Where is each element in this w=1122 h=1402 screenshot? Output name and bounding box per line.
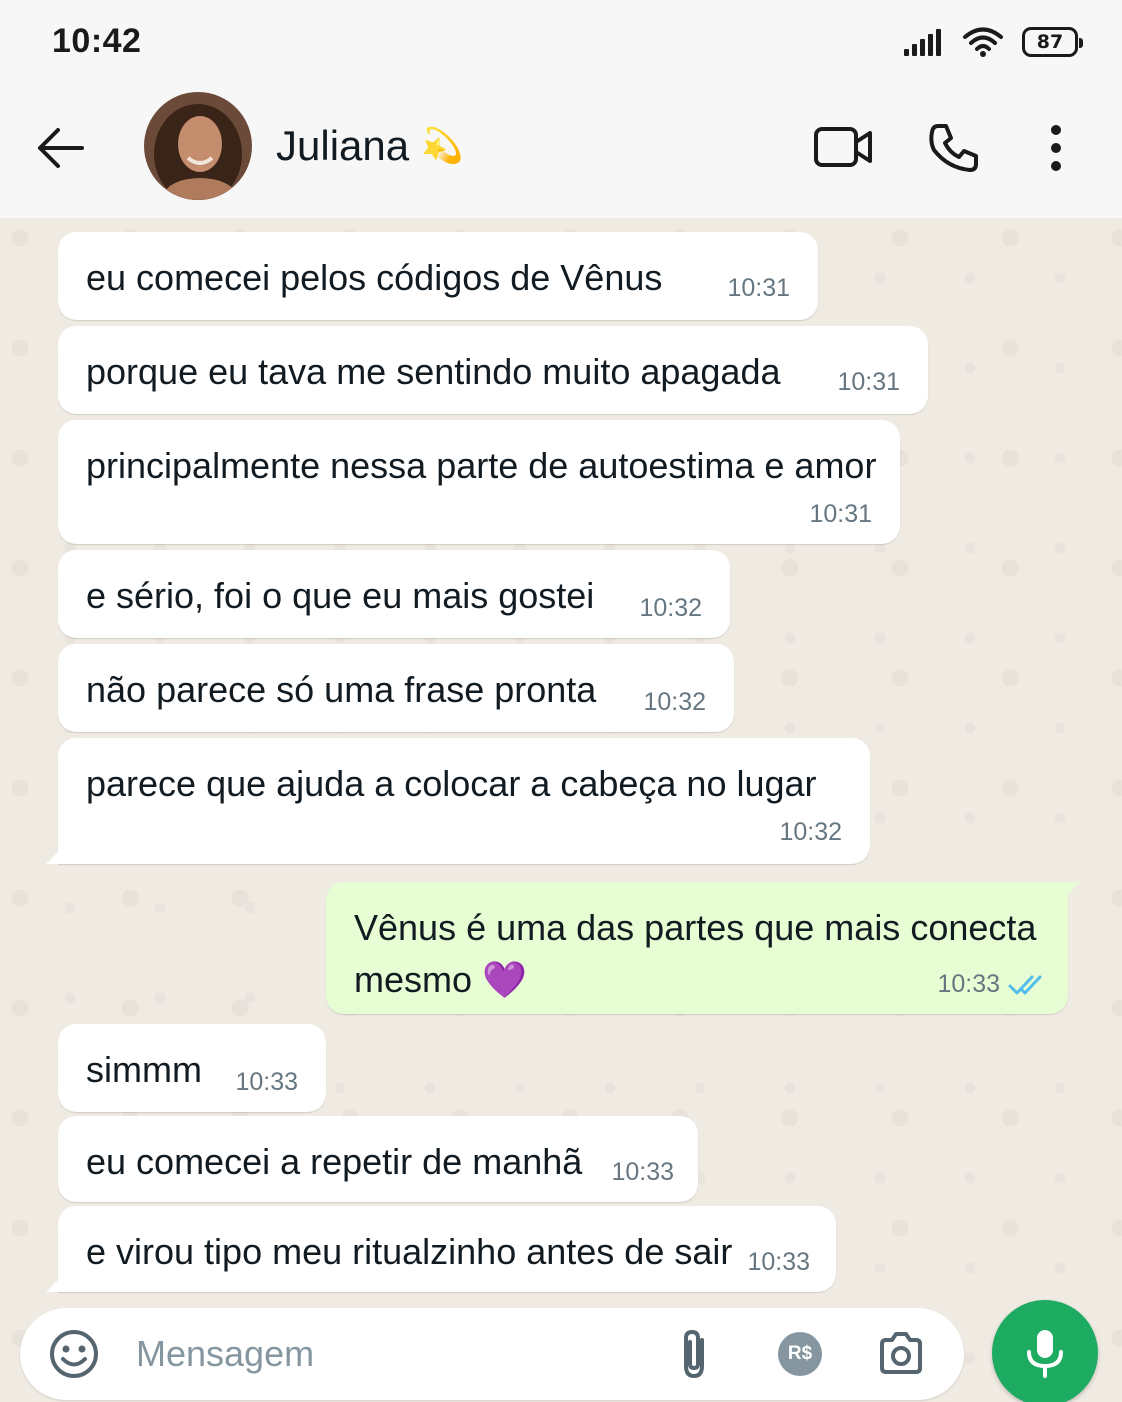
purple-heart-emoji-icon: 💜 [482, 959, 527, 1000]
outgoing-message-bubble[interactable]: Vênus é uma das partes que mais conecta … [326, 882, 1080, 1014]
message-bubble[interactable]: simmm 10:33 [58, 1024, 326, 1112]
message-bubble[interactable]: e sério, foi o que eu mais gostei 10:32 [58, 550, 730, 638]
message-time: 10:33 [937, 970, 1050, 999]
message-time: 10:33 [235, 1068, 298, 1096]
phone-icon [929, 124, 978, 172]
message-bubble[interactable]: parece que ajuda a colocar a cabeça no l… [46, 738, 870, 864]
contact-avatar[interactable] [144, 92, 252, 200]
contact-name[interactable]: Juliana 💫 [276, 122, 463, 170]
camera-icon [880, 1332, 922, 1374]
attach-button[interactable] [672, 1324, 716, 1384]
message-time: 10:31 [837, 368, 900, 396]
message-text-line1: Vênus é uma das partes que mais conecta [354, 907, 1037, 948]
message-time-text: 10:33 [937, 970, 1000, 998]
mic-icon [1027, 1330, 1063, 1378]
message-text: e sério, foi o que eu mais gostei [86, 575, 595, 616]
dizzy-emoji-icon: 💫 [421, 127, 464, 165]
message-text: eu comecei a repetir de manhã [86, 1141, 583, 1182]
message-time: 10:31 [809, 500, 872, 528]
attach-icon [684, 1329, 704, 1379]
message-input[interactable] [136, 1326, 636, 1382]
payment-icon: R$ [787, 1343, 813, 1364]
more-options-icon [1051, 125, 1061, 171]
message-time: 10:33 [747, 1248, 810, 1276]
back-button[interactable] [30, 120, 90, 176]
message-bubble[interactable]: não parece só uma frase pronta 10:32 [58, 644, 734, 732]
message-text: porque eu tava me sentindo muito apagada [86, 351, 781, 392]
battery-icon: 87 [1022, 27, 1083, 57]
voice-message-button[interactable] [992, 1300, 1098, 1402]
message-input-bar: R$ [20, 1308, 964, 1400]
message-time: 10:32 [779, 818, 842, 846]
signal-icon [904, 29, 941, 56]
payment-button[interactable]: R$ [778, 1332, 822, 1376]
chat-header: Juliana 💫 [0, 86, 1122, 218]
message-bubble[interactable]: e virou tipo meu ritualzinho antes de sa… [46, 1206, 836, 1292]
message-time: 10:33 [611, 1158, 674, 1186]
message-bubble[interactable]: eu comecei pelos códigos de Vênus 10:31 [58, 232, 818, 320]
video-call-button[interactable] [812, 124, 876, 170]
read-ticks-icon [1008, 975, 1042, 994]
message-time: 10:32 [643, 688, 706, 716]
emoji-icon [50, 1330, 98, 1378]
more-options-button[interactable] [1036, 122, 1076, 174]
voice-call-button[interactable] [926, 120, 982, 176]
message-text: principalmente nessa parte de autoestima… [86, 445, 877, 486]
contact-name-text: Juliana [276, 122, 410, 169]
message-time: 10:32 [639, 594, 702, 622]
message-text-line2: mesmo [354, 959, 473, 1000]
back-arrow-icon [38, 128, 84, 168]
emoji-button[interactable] [48, 1328, 100, 1380]
message-text: eu comecei pelos códigos de Vênus [86, 257, 663, 298]
video-call-icon [814, 127, 872, 167]
status-icons: 87 [902, 24, 1083, 60]
status-time: 10:42 [52, 22, 142, 60]
status-bar: 10:42 87 [0, 0, 1122, 86]
chat-area[interactable]: eu comecei pelos códigos de Vênus 10:31 … [0, 218, 1122, 1402]
message-bubble[interactable]: principalmente nessa parte de autoestima… [58, 420, 900, 544]
message-bubble[interactable]: porque eu tava me sentindo muito apagada… [58, 326, 928, 414]
message-time: 10:31 [727, 274, 790, 302]
message-text: parece que ajuda a colocar a cabeça no l… [86, 763, 817, 804]
message-text: não parece só uma frase pronta [86, 669, 597, 710]
camera-button[interactable] [876, 1328, 926, 1378]
battery-level: 87 [1036, 31, 1064, 53]
wifi-icon [963, 27, 1003, 57]
message-text: e virou tipo meu ritualzinho antes de sa… [86, 1231, 733, 1272]
message-bubble[interactable]: eu comecei a repetir de manhã 10:33 [58, 1116, 698, 1202]
